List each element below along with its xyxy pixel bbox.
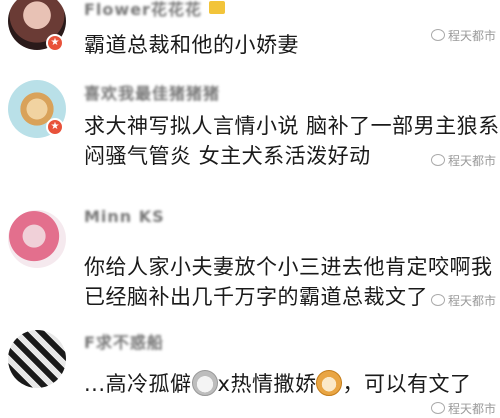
cat-emoji-icon xyxy=(191,370,218,396)
avatar[interactable] xyxy=(8,330,66,388)
dog-emoji-icon xyxy=(316,370,343,396)
comment-text: ...高冷孤僻 x热情撒娇 ，可以有文了 xyxy=(84,370,472,396)
comment-username[interactable]: 喜欢我最佳猪猪猪 xyxy=(84,80,220,104)
comment-item: ★ 喜欢我最佳猪猪猪 求大神写拟人言情小说 脑补了一部男主狼系 闷骚气管炎 女主… xyxy=(0,70,500,180)
comment-text: 霸道总裁和他的小娇妻 xyxy=(84,33,299,57)
watermark: 程天都市 xyxy=(430,27,496,44)
comment-item: Minn KS 你给人家小夫妻放个小三进去他肯定咬啊我 已经脑补出几千万字的霸道… xyxy=(0,198,500,309)
avatar[interactable] xyxy=(8,210,66,268)
comment-item: F求不惑船 ...高冷孤僻 x热情撒娇 ，可以有文了 程天都市 xyxy=(0,326,500,418)
watermark: 程天都市 xyxy=(430,400,496,417)
crown-icon xyxy=(209,1,225,14)
verified-badge-icon: ★ xyxy=(46,34,64,52)
comment-username[interactable]: F求不惑船 xyxy=(84,329,164,353)
wechat-icon xyxy=(430,154,445,166)
watermark: 程天都市 xyxy=(430,152,496,169)
verified-badge-icon: ★ xyxy=(46,118,64,136)
comment-username[interactable]: Minn KS xyxy=(84,207,165,226)
comment-username[interactable]: Flower花花花 xyxy=(84,0,202,20)
wechat-icon xyxy=(430,29,445,41)
wechat-icon xyxy=(430,402,445,414)
watermark: 程天都市 xyxy=(430,292,496,309)
comment-item: ★ Flower花花花 霸道总裁和他的小娇妻 程天都市 xyxy=(0,0,500,68)
wechat-icon xyxy=(430,294,445,306)
